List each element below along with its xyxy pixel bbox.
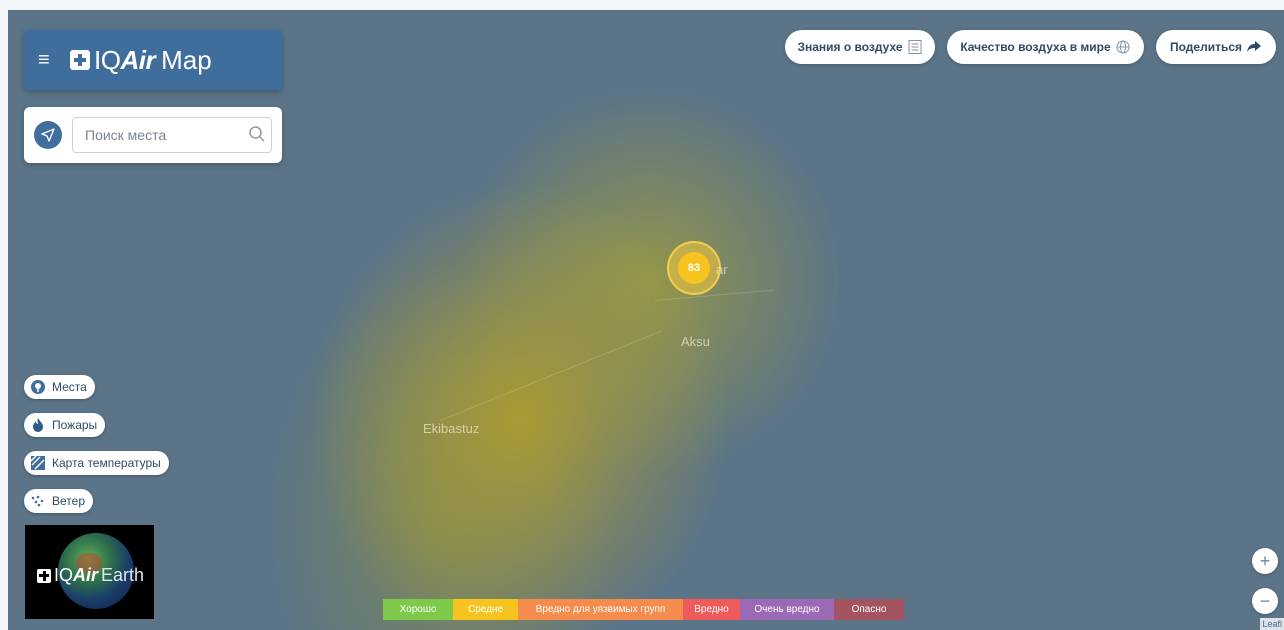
iqair-earth-logo: IQ Air Earth (37, 565, 144, 586)
wind-icon (30, 493, 46, 509)
legend-item: Вредно (683, 599, 740, 620)
station-marker[interactable]: 83 (667, 238, 721, 298)
iqair-logo-icon (70, 50, 90, 70)
locate-me-button[interactable] (34, 121, 62, 149)
map-canvas[interactable]: ≡ IQAir Map Знания о воздухе Качество во… (0, 0, 1284, 630)
layer-fires-label: Пожары (52, 418, 98, 432)
magnifier-icon[interactable] (248, 125, 266, 143)
search-input[interactable] (72, 117, 272, 153)
layer-places-button[interactable]: Места (24, 375, 95, 399)
layer-wind-label: Ветер (52, 494, 85, 508)
left-border (0, 0, 8, 630)
station-aqi-value: 83 (678, 252, 710, 284)
globe-icon (1115, 39, 1131, 55)
layer-temperature-button[interactable]: Карта температуры (24, 451, 169, 475)
temperature-map-icon (30, 455, 46, 471)
legend-item: Средне (453, 599, 518, 620)
layer-wind-button[interactable]: Ветер (24, 489, 93, 513)
top-border (0, 0, 1284, 10)
layer-places-label: Места (52, 380, 87, 394)
place-label-aksu: Aksu (681, 334, 710, 349)
share-button[interactable]: Поделиться (1156, 30, 1276, 64)
road-line (439, 330, 663, 421)
world-air-quality-button[interactable]: Качество воздуха в мире (947, 30, 1144, 64)
search-panel (24, 107, 282, 163)
aqi-legend: Хорошо Средне Вредно для уязвимых групп Вре… (383, 599, 904, 620)
world-air-quality-label: Качество воздуха в мире (960, 40, 1111, 54)
legend-item: Опасно (834, 599, 904, 620)
navigation-arrow-icon (41, 128, 55, 142)
air-knowledge-button[interactable]: Знания о воздухе (785, 30, 935, 64)
layer-fires-button[interactable]: Пожары (24, 413, 106, 437)
map-pin-icon (30, 379, 46, 395)
fire-icon (30, 417, 46, 433)
logo-panel: ≡ IQAir Map (24, 30, 282, 90)
legend-item: Вредно для уязвимых групп (518, 599, 683, 620)
legend-item: Хорошо (383, 599, 453, 620)
zoom-in-button[interactable]: + (1252, 548, 1278, 574)
share-arrow-icon (1246, 40, 1262, 54)
share-label: Поделиться (1169, 40, 1243, 54)
layer-temperature-label: Карта температуры (52, 456, 161, 470)
document-icon (907, 39, 923, 55)
zoom-out-button[interactable]: − (1252, 588, 1278, 614)
place-label-partial: ar (716, 262, 728, 277)
legend-item: Очень вредно (740, 599, 834, 620)
map-attribution[interactable]: Leafl (1260, 618, 1284, 630)
place-label-ekibastuz: Ekibastuz (423, 421, 480, 436)
logo-title: IQAir (94, 44, 156, 75)
iqair-logo-icon (37, 568, 51, 583)
iqair-earth-link[interactable]: IQ Air Earth (25, 525, 154, 619)
air-knowledge-label: Знания о воздухе (797, 40, 903, 54)
logo-subtitle: Map (161, 44, 212, 75)
hamburger-menu-icon[interactable]: ≡ (38, 50, 60, 70)
